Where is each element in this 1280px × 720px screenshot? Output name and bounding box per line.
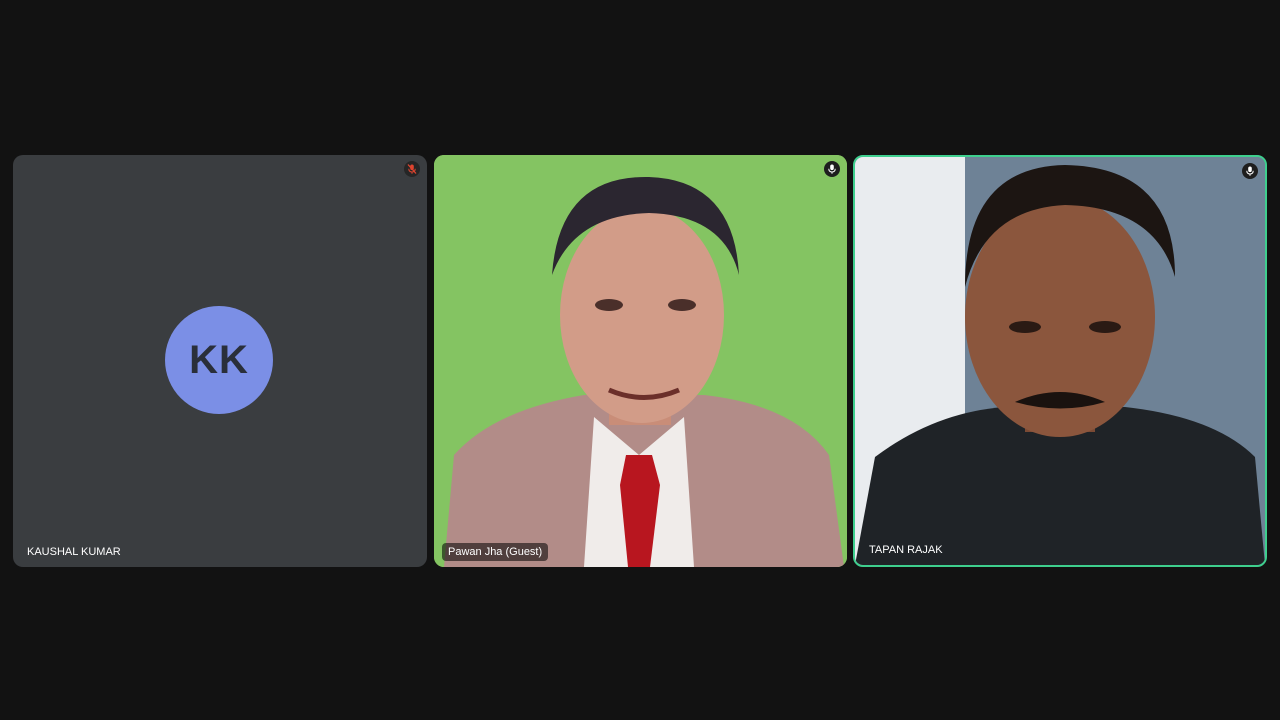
avatar-initials: KK bbox=[189, 337, 249, 382]
video-call-grid: KK KAUSHAL KUMAR Pawan Jha (Guest) TAPAN… bbox=[0, 0, 1280, 720]
mic-icon bbox=[824, 161, 840, 177]
mic-off-icon bbox=[404, 161, 420, 177]
participant-avatar: KK bbox=[165, 306, 273, 414]
participant-video-feed bbox=[434, 155, 847, 567]
participant-tile-kaushal-kumar[interactable]: KK KAUSHAL KUMAR bbox=[13, 155, 427, 567]
mic-icon bbox=[1242, 163, 1258, 179]
participant-video-feed bbox=[855, 157, 1265, 565]
participant-tile-pawan-jha[interactable]: Pawan Jha (Guest) bbox=[434, 155, 847, 567]
participant-name-label: TAPAN RAJAK bbox=[869, 544, 943, 556]
participant-tile-tapan-rajak[interactable]: TAPAN RAJAK bbox=[853, 155, 1267, 567]
participant-name-label: Pawan Jha (Guest) bbox=[442, 543, 549, 561]
participant-name-label: KAUSHAL KUMAR bbox=[27, 546, 121, 558]
